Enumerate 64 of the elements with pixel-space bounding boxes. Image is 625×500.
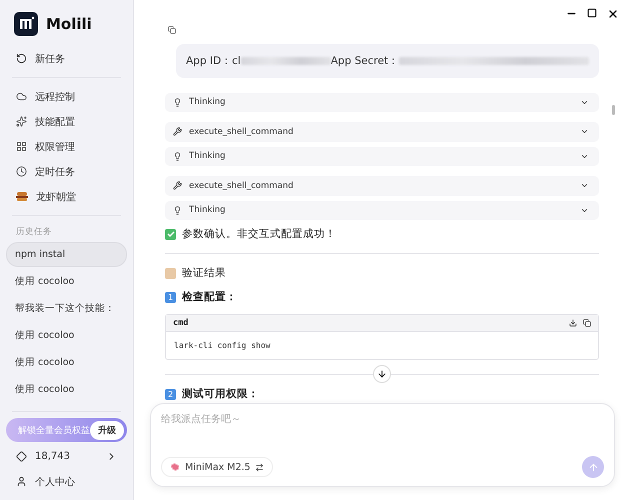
scroll-down-button[interactable] — [373, 365, 392, 384]
history-item[interactable]: 使用 cocoloo — [6, 377, 127, 402]
lightbulb-icon — [173, 98, 182, 107]
history-item[interactable]: 使用 cocoloo — [6, 350, 127, 375]
nav-item[interactable]: 技能配置 — [6, 109, 127, 134]
history-item[interactable]: 使用 cocoloo — [6, 323, 127, 348]
upgrade-button[interactable]: 升级 — [90, 420, 124, 440]
user-icon — [16, 476, 27, 487]
history-heading: 历史任务 — [15, 226, 53, 239]
nav-item[interactable]: 定时任务 — [6, 159, 127, 184]
app-id-label: App ID：cl — [186, 54, 241, 68]
step-title: 测试可用权限： — [182, 387, 259, 401]
scrollbar-thumb[interactable] — [612, 105, 616, 115]
new-task-button[interactable]: 新任务 — [6, 46, 127, 71]
burger-icon — [16, 192, 28, 202]
points-item[interactable]: 18,743 — [6, 444, 127, 469]
step-label: Thinking — [189, 97, 226, 108]
profile-item[interactable]: 个人中心 — [6, 469, 127, 494]
code-language: cmd — [173, 318, 188, 328]
nav-item[interactable]: 权限管理 — [6, 134, 127, 159]
step-label: Thinking — [189, 205, 226, 216]
swap-icon — [255, 462, 264, 472]
copy-icon[interactable] — [583, 319, 592, 328]
logo-icon — [14, 12, 38, 36]
wrench-icon — [173, 127, 182, 136]
step-row[interactable]: execute_shell_command — [165, 122, 600, 142]
step-row[interactable]: Thinking — [165, 200, 600, 220]
cloud-icon — [16, 91, 27, 102]
step-title: 检查配置： — [182, 290, 237, 304]
app-secret-label: App Secret： — [330, 54, 400, 68]
history-item[interactable]: 帮我装一下这个技能： — [6, 296, 127, 321]
lightbulb-icon — [173, 152, 182, 161]
step-row[interactable]: Thinking — [165, 92, 600, 112]
download-icon[interactable] — [569, 319, 578, 328]
promo-text: 解锁全量会员权益 — [18, 424, 90, 436]
points-value: 18,743 — [35, 451, 71, 462]
app-name: Molili — [46, 15, 92, 33]
step-number: 1 — [165, 292, 176, 303]
lightbulb-icon — [173, 206, 182, 215]
code-text: lark-cli config show — [173, 340, 272, 352]
step-number: 2 — [165, 388, 176, 400]
model-logo-icon — [170, 463, 180, 471]
step-label: execute_shell_command — [189, 180, 294, 191]
wrench-icon — [173, 181, 182, 190]
history-item[interactable]: npm instal — [6, 242, 127, 267]
arrow-down-icon — [377, 369, 388, 380]
model-selector[interactable]: MiniMax M2.5 — [161, 457, 274, 477]
history-item[interactable]: 使用 cocoloo — [6, 269, 127, 294]
copy-icon[interactable] — [168, 26, 178, 34]
arrow-up-icon — [588, 462, 599, 472]
checkmark-icon — [165, 228, 176, 240]
message-input[interactable]: 给我派点任务吧～ MiniMax M2.5 — [150, 403, 616, 487]
diamond-icon — [16, 451, 27, 462]
step-row[interactable]: execute_shell_command — [165, 176, 600, 196]
clock-icon — [16, 166, 27, 177]
step-label: Thinking — [189, 151, 226, 162]
maximize-icon — [587, 8, 598, 18]
nav-item[interactable]: 龙虾朝堂 — [6, 184, 127, 209]
section-title: 验证结果 — [182, 266, 226, 280]
close-icon — [607, 8, 620, 20]
step-row[interactable]: Thinking — [165, 146, 600, 166]
success-text: 参数确认。非交互式配置成功！ — [182, 227, 336, 242]
step-label: execute_shell_command — [189, 126, 294, 137]
nav-item[interactable]: 远程控制 — [6, 84, 127, 109]
